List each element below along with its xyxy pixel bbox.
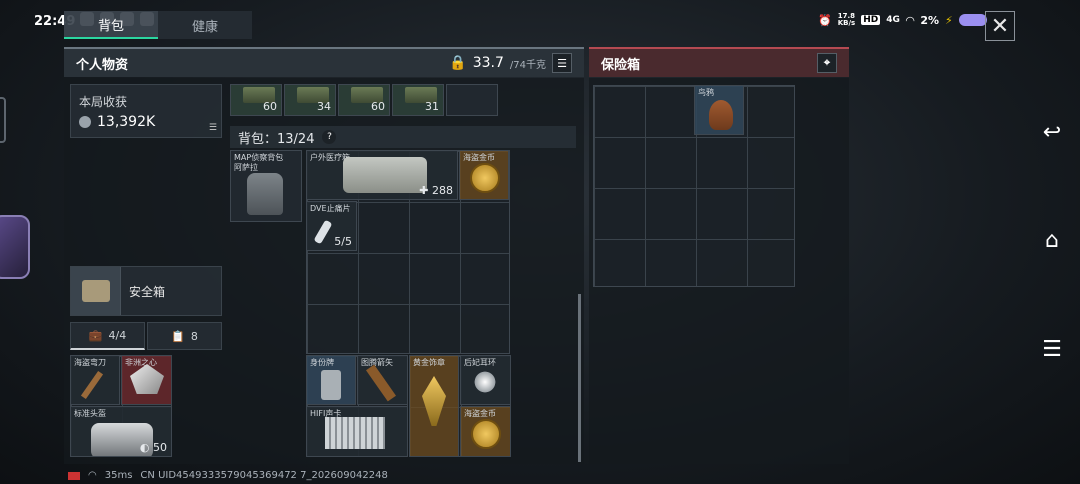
safebox-label: 安全箱 [129,285,166,299]
edge-handle[interactable] [0,97,6,143]
tab-other[interactable]: 📋 8 [147,322,222,350]
back-button[interactable]: ↩ [1036,118,1068,146]
badge-item[interactable]: 黄金饰章 [409,355,459,457]
coin2-item[interactable]: 海盗金币 [460,406,511,457]
medkit-icon [343,157,427,193]
gold-coin-icon [470,163,500,193]
battery-text: 2% [920,13,940,27]
tab-backpack[interactable]: 背包 [64,11,158,39]
arrow-item[interactable]: 图腾箭矢 [357,355,408,405]
list-icon[interactable]: ☰ [209,123,217,133]
knife-item[interactable]: 海盗弯刀 [70,355,120,405]
safebox-slot[interactable]: 安全箱 [70,266,222,316]
safe-title: 保险箱 [601,57,641,73]
personal-header: 个人物资 🔒 33.7 /74千克 ☰ [64,47,584,77]
close-button[interactable]: ✕ [985,11,1015,41]
syringe-icon [313,219,333,245]
charging-icon: ⚡ [945,13,953,27]
signal-icon: 4G [886,15,900,25]
ammo-slot[interactable]: 60 [230,84,282,116]
briefcase-icon: 💼 [88,329,103,342]
ping: 35ms [104,470,133,481]
safebox-icon [81,280,110,302]
earnings-box: 本局收获 13,392K ☰ [70,84,222,138]
arrow-icon [366,364,396,402]
tag-item[interactable]: 身份牌 [306,355,356,405]
coin-item[interactable]: 海盗金币 [459,150,509,200]
safebox-icon-cell [71,267,121,315]
hd-icon: HD [861,15,881,25]
home-icon: ⌂ [1045,227,1059,253]
medkit-item[interactable]: 户外医疗箱 ✚ 288 [306,150,458,200]
badge-icon [422,376,446,426]
tab-safebox[interactable]: 💼 4/4 [70,322,145,350]
bird-item[interactable]: 鸟鸦 [694,85,744,135]
earnings-label: 本局收获 [79,95,128,109]
location-button[interactable]: ⌖ [817,53,837,73]
soundcard-item[interactable]: HIFI声卡 [306,406,408,457]
network-icon [68,471,80,480]
coin-icon [79,116,91,128]
weight-max: /74千克 [509,59,546,71]
backpack-item[interactable]: MAP侦察背包 阿萨拉 [230,150,302,222]
ammo-slot[interactable]: 60 [338,84,390,116]
weight-indicator: 🔒 33.7 /74千克 ☰ [449,53,572,73]
list-icon: ☰ [557,56,567,70]
bird-icon [709,100,733,130]
earring-icon [473,370,497,394]
ammo-slot[interactable]: 34 [284,84,336,116]
battery-icon [958,14,987,26]
helmet-item[interactable]: 标准头盔 ◐ 50 [70,406,172,457]
diamond-item[interactable]: 非洲之心 [121,355,172,405]
alarm-icon: ⏰ [818,13,832,27]
personal-title: 个人物资 [76,57,129,73]
status-system: ⏰ 17.8 KB/s HD 4G ◠ 2% ⚡ [818,13,987,27]
floating-assistant[interactable] [0,215,30,279]
bag-title-bar: 背包：13/24 ? [230,126,576,148]
top-tabs: 背包 健康 [64,11,252,39]
back-icon: ↩ [1042,119,1062,145]
sort-button[interactable]: ☰ [552,53,572,73]
clipboard-icon: 📋 [171,329,185,343]
scrollbar[interactable] [578,294,581,462]
ammo-slot[interactable]: 31 [392,84,444,116]
close-icon: ✕ [990,13,1010,39]
wifi-icon: ◠ [88,470,97,481]
menu-button[interactable]: ☰ [1036,335,1068,363]
syringe-item[interactable]: DVE止痛片 5/5 [306,201,357,251]
net-speed: 17.8 KB/s [837,12,856,27]
gold-coin-icon [471,419,501,449]
safebox-tabs: 💼 4/4 📋 8 [70,322,222,350]
home-button[interactable]: ⌂ [1036,226,1068,254]
footer: ◠ 35ms CN UID4549333579045369472 7_20260… [68,470,388,481]
weight-value: 33.7 [472,55,504,71]
bag-title: 背包：13/24 [238,131,315,147]
menu-icon: ☰ [1042,336,1062,362]
tab-health[interactable]: 健康 [158,11,252,39]
earring-item[interactable]: 后妃耳环 [460,355,511,405]
knife-icon [80,370,104,400]
tag-icon [321,370,341,400]
backpack-icon [247,173,283,215]
diamond-icon [130,364,164,394]
wifi-icon: ◠ [905,13,915,27]
uid: CN UID4549333579045369472 7_202609042248 [140,470,388,481]
lock-icon: 🔒 [449,55,467,71]
help-icon[interactable]: ? [322,130,337,144]
safe-header: 保险箱 ⌖ [589,47,849,77]
earnings-value: 13,392K [97,114,156,130]
soundcard-icon [325,417,385,449]
empty-slot[interactable] [446,84,498,116]
pin-icon: ⌖ [823,56,831,69]
